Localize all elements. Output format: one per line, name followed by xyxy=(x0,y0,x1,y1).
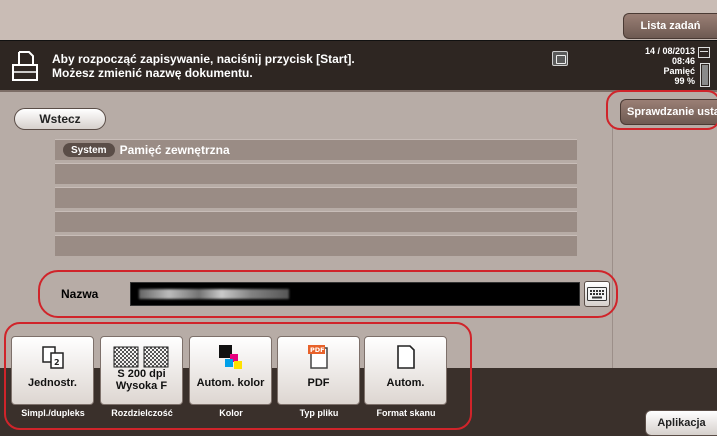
task-list-button[interactable]: Lista zadań xyxy=(623,13,717,39)
scan-size-button[interactable]: Autom. xyxy=(364,336,447,405)
resolution-button[interactable]: S 200 dpi Wysoka F xyxy=(100,336,183,405)
color-icon xyxy=(190,343,271,371)
status-info: 14 / 08/2013 08:46 Pamięć 99 % xyxy=(619,46,695,86)
simplex-duplex-value: Jednostr. xyxy=(28,377,77,389)
back-button[interactable]: Wstecz xyxy=(14,108,106,130)
keyboard-icon xyxy=(587,287,607,301)
folder-path-row[interactable]: System Pamięć zewnętrzna xyxy=(55,139,577,160)
file-type-button[interactable]: PDF PDF xyxy=(277,336,360,405)
simplex-icon: 2 xyxy=(12,343,93,371)
message-bar: Aby rozpocząć zapisywanie, naciśnij przy… xyxy=(0,40,717,92)
list-item[interactable] xyxy=(55,211,577,232)
color-mode-value: Autom. kolor xyxy=(196,377,265,389)
tile-caption: Simpl./dupleks xyxy=(21,408,85,418)
scan-to-usb-screen: Lista zadań Aby rozpocząć zapisywanie, n… xyxy=(0,0,717,436)
memory-value: 99 % xyxy=(674,76,695,86)
instruction-line-1: Aby rozpocząć zapisywanie, naciśnij przy… xyxy=(52,52,355,66)
tile-caption: Kolor xyxy=(219,408,243,418)
calendar-icon xyxy=(698,47,710,58)
status-icon xyxy=(552,51,568,66)
page-size-icon xyxy=(365,343,446,371)
memory-label: Pamięć xyxy=(663,66,695,76)
tile-caption: Rozdzielczość xyxy=(111,408,173,418)
time-text: 08:46 xyxy=(671,56,695,66)
memory-gauge xyxy=(700,63,710,87)
document-name-value-redacted xyxy=(139,289,289,299)
scan-size-value: Autom. xyxy=(386,377,425,389)
svg-text:PDF: PDF xyxy=(310,346,325,354)
resolution-icon xyxy=(101,343,182,371)
instruction-message: Aby rozpocząć zapisywanie, naciśnij przy… xyxy=(52,52,355,80)
name-label: Nazwa xyxy=(61,287,99,301)
list-item[interactable] xyxy=(55,163,577,184)
pdf-icon: PDF xyxy=(278,343,359,371)
document-icon xyxy=(12,51,38,81)
file-type-value: PDF xyxy=(307,377,330,389)
check-settings-button[interactable]: Sprawdzanie ustawień xyxy=(620,99,717,125)
document-name-row: Nazwa xyxy=(44,278,610,311)
instruction-line-2: Możesz zmienić nazwę dokumentu. xyxy=(52,66,253,80)
keyboard-button[interactable] xyxy=(584,281,610,307)
tile-caption: Format skanu xyxy=(376,408,436,418)
svg-text:2: 2 xyxy=(54,358,60,367)
memory-gauge-fill xyxy=(702,65,708,85)
tile-caption: Typ pliku xyxy=(299,408,339,418)
list-item[interactable] xyxy=(55,187,577,208)
current-folder-label: Pamięć zewnętrzna xyxy=(119,143,230,157)
application-button[interactable]: Aplikacja xyxy=(645,410,717,436)
resolution-value: S 200 dpi Wysoka F xyxy=(115,368,168,392)
simplex-duplex-button[interactable]: 2 Jednostr. xyxy=(11,336,94,405)
top-strip xyxy=(0,0,717,40)
color-mode-button[interactable]: Autom. kolor xyxy=(189,336,272,405)
system-chip[interactable]: System xyxy=(63,143,115,157)
date-text: 14 / 08/2013 xyxy=(644,46,695,56)
list-item[interactable] xyxy=(55,235,577,256)
